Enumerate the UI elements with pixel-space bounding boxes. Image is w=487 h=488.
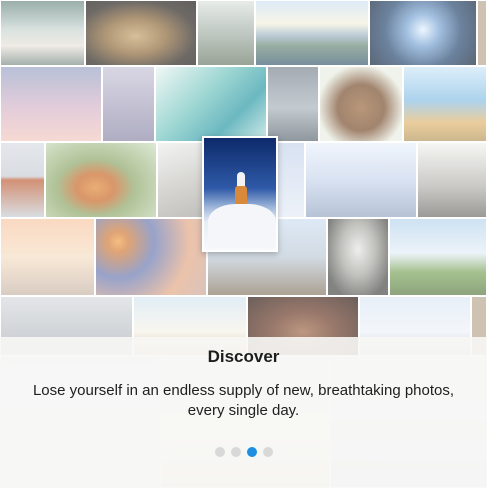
- page-dot-3-active[interactable]: [246, 447, 257, 457]
- rocket-booster: [235, 186, 247, 206]
- page-dot-2[interactable]: [230, 447, 241, 457]
- onboarding-title: Discover: [207, 347, 280, 366]
- rocket-smoke: [208, 204, 276, 248]
- page-indicator: [0, 447, 487, 457]
- page-dot-1[interactable]: [214, 447, 225, 457]
- featured-photo-rocket: [202, 136, 278, 252]
- page-dot-4[interactable]: [262, 447, 273, 457]
- onboarding-description: Lose yourself in an endless supply of ne…: [32, 382, 455, 419]
